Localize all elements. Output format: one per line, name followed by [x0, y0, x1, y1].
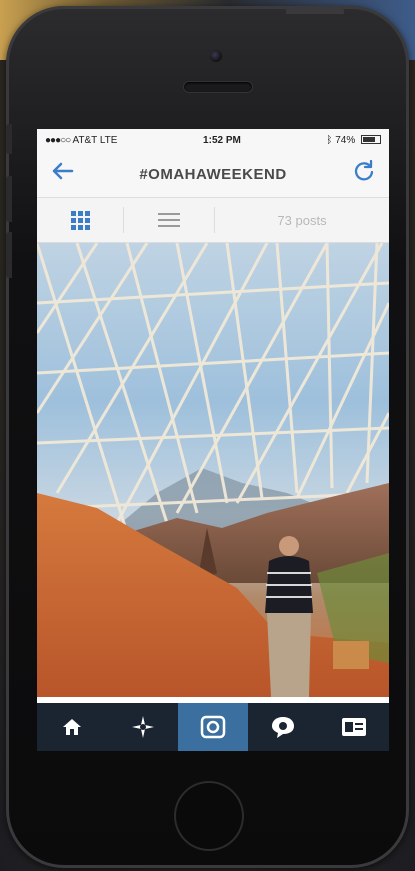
phone-screen: ●●●○○ AT&T LTE 1:52 PM ᛒ 74% #OMAHAWEEKE… — [37, 129, 389, 751]
back-arrow-icon[interactable] — [47, 161, 77, 187]
tab-activity[interactable] — [248, 703, 318, 751]
grid-view-button[interactable] — [37, 198, 123, 242]
mute-switch — [6, 124, 12, 154]
battery-info: ᛒ 74% — [326, 135, 381, 146]
bluetooth-icon: ᛒ — [326, 134, 333, 146]
nav-bar: #OMAHAWEEKEND — [37, 151, 389, 198]
battery-icon — [361, 135, 381, 145]
list-view-icon — [158, 213, 180, 227]
tab-camera[interactable] — [177, 703, 249, 751]
home-button[interactable] — [174, 781, 244, 851]
status-bar: ●●●○○ AT&T LTE 1:52 PM ᛒ 74% — [37, 129, 389, 151]
refresh-icon[interactable] — [349, 159, 379, 188]
profile-icon — [341, 718, 366, 736]
list-view-button[interactable] — [124, 198, 214, 242]
network-label: LTE — [99, 134, 118, 146]
tab-explore[interactable] — [107, 703, 177, 751]
earpiece-speaker — [184, 82, 252, 92]
tab-bar — [37, 703, 389, 751]
grid-view-icon — [70, 210, 90, 230]
page-title: #OMAHAWEEKEND — [139, 165, 287, 183]
explore-icon — [131, 716, 154, 738]
volume-down-button — [6, 232, 12, 278]
status-time: 1:52 PM — [203, 134, 241, 146]
post-photo[interactable] — [37, 243, 389, 697]
power-button — [286, 8, 344, 14]
volume-up-button — [6, 176, 12, 222]
carrier-info: ●●●○○ AT&T LTE — [45, 135, 117, 146]
signal-icon: ●●●○○ — [45, 134, 71, 146]
home-icon — [63, 719, 82, 735]
tab-profile[interactable] — [319, 703, 389, 751]
camera-icon — [200, 715, 226, 739]
view-toolbar: 73 posts — [37, 198, 389, 243]
activity-icon — [272, 717, 295, 738]
dome-photo-image — [37, 243, 389, 697]
tab-home[interactable] — [37, 703, 107, 751]
battery-percent: 74% — [335, 134, 356, 146]
carrier-label: AT&T — [72, 134, 98, 146]
posts-count-container: 73 posts — [215, 198, 389, 242]
front-camera — [210, 50, 222, 62]
posts-count: 73 posts — [277, 212, 327, 228]
